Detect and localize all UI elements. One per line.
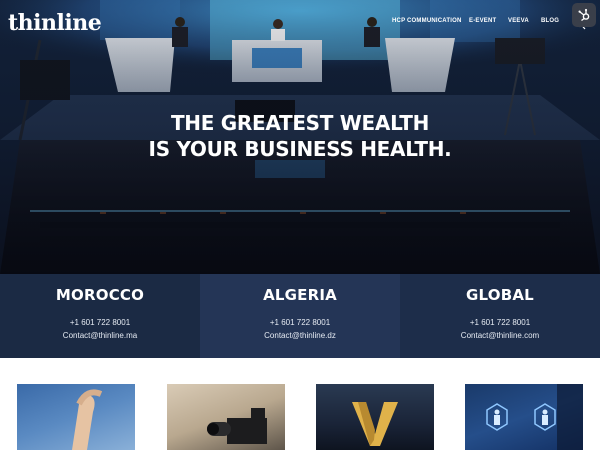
region-phone[interactable]: +1 601 722 8001 (0, 318, 200, 327)
service-card-2[interactable] (167, 384, 285, 450)
region-phone[interactable]: +1 601 722 8001 (400, 318, 600, 327)
region-global: GLOBAL +1 601 722 8001 Contact@thinline.… (400, 274, 600, 358)
network-people-image (486, 384, 583, 450)
contact-band: MOROCCO +1 601 722 8001 Contact@thinline… (0, 274, 600, 358)
region-name: GLOBAL (466, 286, 534, 304)
region-email[interactable]: Contact@thinline.dz (200, 331, 400, 340)
service-card-3[interactable] (316, 384, 434, 450)
hero-headline-line2: IS YOUR BUSINESS HEALTH. (148, 137, 452, 161)
hero-headline: THE GREATEST WEALTH IS YOUR BUSINESS HEA… (0, 110, 600, 162)
hero-section: thinline HCP COMMUNICATION E-EVENT VEEVA… (0, 0, 600, 274)
region-morocco: MOROCCO +1 601 722 8001 Contact@thinline… (0, 274, 200, 358)
nav-blog[interactable]: BLOG (541, 18, 559, 24)
region-name: ALGERIA (263, 286, 337, 304)
region-name: MOROCCO (55, 286, 145, 304)
hubspot-chat-button[interactable] (572, 3, 596, 27)
region-email[interactable]: Contact@thinline.com (400, 331, 600, 340)
nav-e-event[interactable]: E-EVENT (469, 18, 496, 24)
region-phone[interactable]: +1 601 722 8001 (200, 318, 400, 327)
logo[interactable]: thinline (8, 10, 102, 36)
hand-image (72, 389, 103, 450)
service-card-4[interactable] (465, 384, 583, 450)
region-email[interactable]: Contact@thinline.ma (0, 331, 200, 340)
region-algeria: ALGERIA +1 601 722 8001 Contact@thinline… (200, 274, 400, 358)
camera-image (207, 408, 267, 444)
hubspot-icon (578, 8, 590, 22)
service-card-1[interactable] (17, 384, 135, 450)
service-cards (0, 358, 600, 450)
hero-headline-line1: THE GREATEST WEALTH (170, 111, 430, 135)
nav-veeva[interactable]: VEEVA (508, 18, 529, 24)
veeva-logo-image (352, 402, 398, 446)
nav-hcp-communication[interactable]: HCP COMMUNICATION (392, 18, 462, 24)
